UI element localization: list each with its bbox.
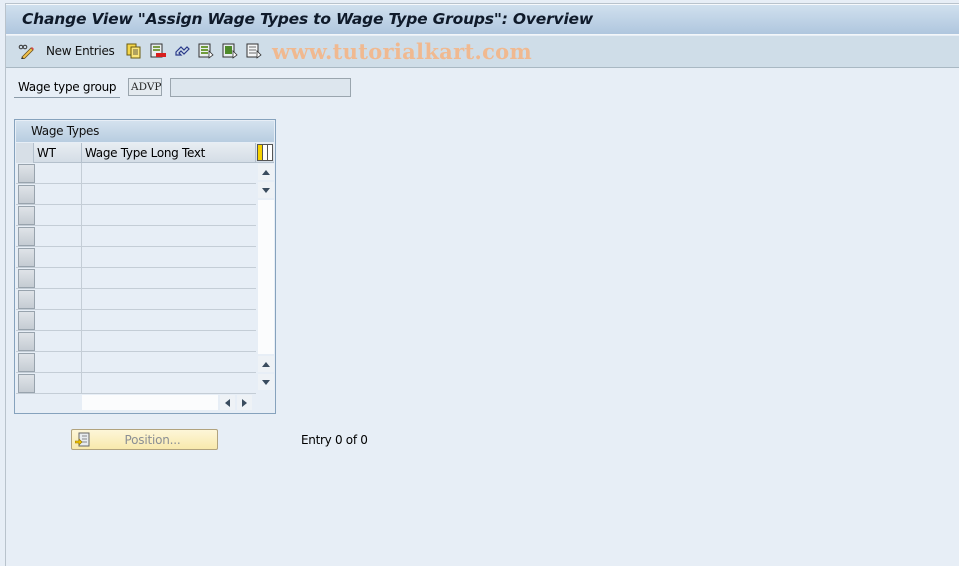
position-button-label: Position...: [124, 433, 181, 447]
application-toolbar: New Entries www.tutorialkart.com: [6, 36, 959, 68]
scroll-up-button[interactable]: [258, 182, 274, 198]
table-title: Wage Types: [16, 121, 274, 142]
cell-long-text: [82, 310, 256, 331]
scroll-page-up-button[interactable]: [258, 164, 274, 180]
row-selector[interactable]: [18, 332, 35, 351]
new-entries-button[interactable]: New Entries: [46, 42, 115, 60]
row-selector[interactable]: [18, 164, 35, 183]
table-row[interactable]: [16, 226, 256, 247]
table-row[interactable]: [16, 331, 256, 352]
arrow-up-icon: [262, 361, 270, 367]
cell-long-text: [82, 331, 256, 352]
row-selector[interactable]: [18, 290, 35, 309]
table-header: WT Wage Type Long Text: [16, 143, 274, 163]
cell-wt[interactable]: [36, 352, 82, 373]
title-bar: Change View "Assign Wage Types to Wage T…: [6, 4, 959, 35]
table-row[interactable]: [16, 247, 256, 268]
cell-wt[interactable]: [36, 331, 82, 352]
row-selector[interactable]: [18, 311, 35, 330]
arrow-left-icon: [225, 398, 230, 407]
table-row[interactable]: [16, 289, 256, 310]
scroll-right-button[interactable]: [237, 395, 252, 410]
delete-icon: [150, 43, 166, 58]
pencil-glasses-icon: [18, 44, 34, 59]
wage-type-group-label: Wage type group: [14, 77, 120, 98]
cell-wt[interactable]: [36, 268, 82, 289]
cell-wt[interactable]: [36, 226, 82, 247]
delete-button[interactable]: [150, 42, 166, 60]
select-block-button[interactable]: [222, 42, 238, 60]
cell-wt[interactable]: [36, 310, 82, 331]
arrow-down-icon: [262, 379, 270, 385]
row-selector[interactable]: [18, 206, 35, 225]
vertical-scrollbar[interactable]: [258, 164, 274, 390]
display-change-button[interactable]: [18, 42, 34, 60]
arrow-right-icon: [242, 398, 247, 407]
watermark: www.tutorialkart.com: [272, 39, 532, 64]
table-settings-icon[interactable]: [257, 144, 273, 161]
copy-as-icon: [126, 43, 141, 59]
table-row[interactable]: [16, 163, 256, 184]
scroll-down-button[interactable]: [258, 356, 274, 372]
undo-change-button[interactable]: [174, 42, 190, 60]
row-selector[interactable]: [18, 227, 35, 246]
horizontal-scroll-track[interactable]: [82, 395, 218, 410]
select-block-icon: [222, 43, 238, 59]
select-all-rows-button[interactable]: [16, 143, 34, 163]
cell-long-text: [82, 163, 256, 184]
cell-wt[interactable]: [36, 373, 82, 394]
select-all-button[interactable]: [198, 42, 214, 60]
deselect-all-button[interactable]: [246, 42, 262, 60]
scroll-page-down-button[interactable]: [258, 374, 274, 390]
cell-wt[interactable]: [36, 163, 82, 184]
cell-long-text: [82, 352, 256, 373]
cell-long-text: [82, 373, 256, 394]
table-row[interactable]: [16, 373, 256, 394]
cell-long-text: [82, 184, 256, 205]
undo-change-icon: [175, 46, 190, 56]
cell-long-text: [82, 205, 256, 226]
row-selector[interactable]: [18, 185, 35, 204]
cell-long-text: [82, 247, 256, 268]
deselect-all-icon: [246, 43, 262, 59]
scroll-left-button[interactable]: [220, 395, 235, 410]
cell-long-text: [82, 268, 256, 289]
row-selector[interactable]: [18, 269, 35, 288]
wage-type-group-description: [170, 78, 351, 97]
row-selector[interactable]: [18, 248, 35, 267]
page-title: Change View "Assign Wage Types to Wage T…: [22, 10, 593, 28]
horizontal-scrollbar[interactable]: [82, 395, 258, 411]
copy-as-button[interactable]: [126, 42, 142, 60]
cell-long-text: [82, 226, 256, 247]
wage-type-group-value: ADVP: [128, 78, 162, 96]
cell-long-text: [82, 289, 256, 310]
select-all-icon: [198, 43, 214, 59]
row-selector[interactable]: [18, 374, 35, 393]
table-row[interactable]: [16, 352, 256, 373]
cell-wt[interactable]: [36, 184, 82, 205]
cell-wt[interactable]: [36, 247, 82, 268]
column-header-wt[interactable]: WT: [34, 143, 82, 163]
column-header-long-text[interactable]: Wage Type Long Text: [82, 143, 256, 163]
table-row[interactable]: [16, 205, 256, 226]
table-row[interactable]: [16, 268, 256, 289]
new-entries-label: New Entries: [46, 44, 115, 58]
table-row[interactable]: [16, 184, 256, 205]
row-selector[interactable]: [18, 353, 35, 372]
wage-types-table: Wage Types WT Wage Type Long Text: [14, 119, 276, 414]
arrow-down-icon: [262, 187, 270, 193]
position-button[interactable]: Position...: [71, 429, 218, 450]
entry-counter: Entry 0 of 0: [301, 433, 368, 447]
cell-wt[interactable]: [36, 205, 82, 226]
table-row[interactable]: [16, 310, 256, 331]
vertical-scroll-track[interactable]: [258, 200, 274, 354]
table-body: [16, 163, 256, 394]
arrow-up-icon: [262, 169, 270, 175]
cell-wt[interactable]: [36, 289, 82, 310]
